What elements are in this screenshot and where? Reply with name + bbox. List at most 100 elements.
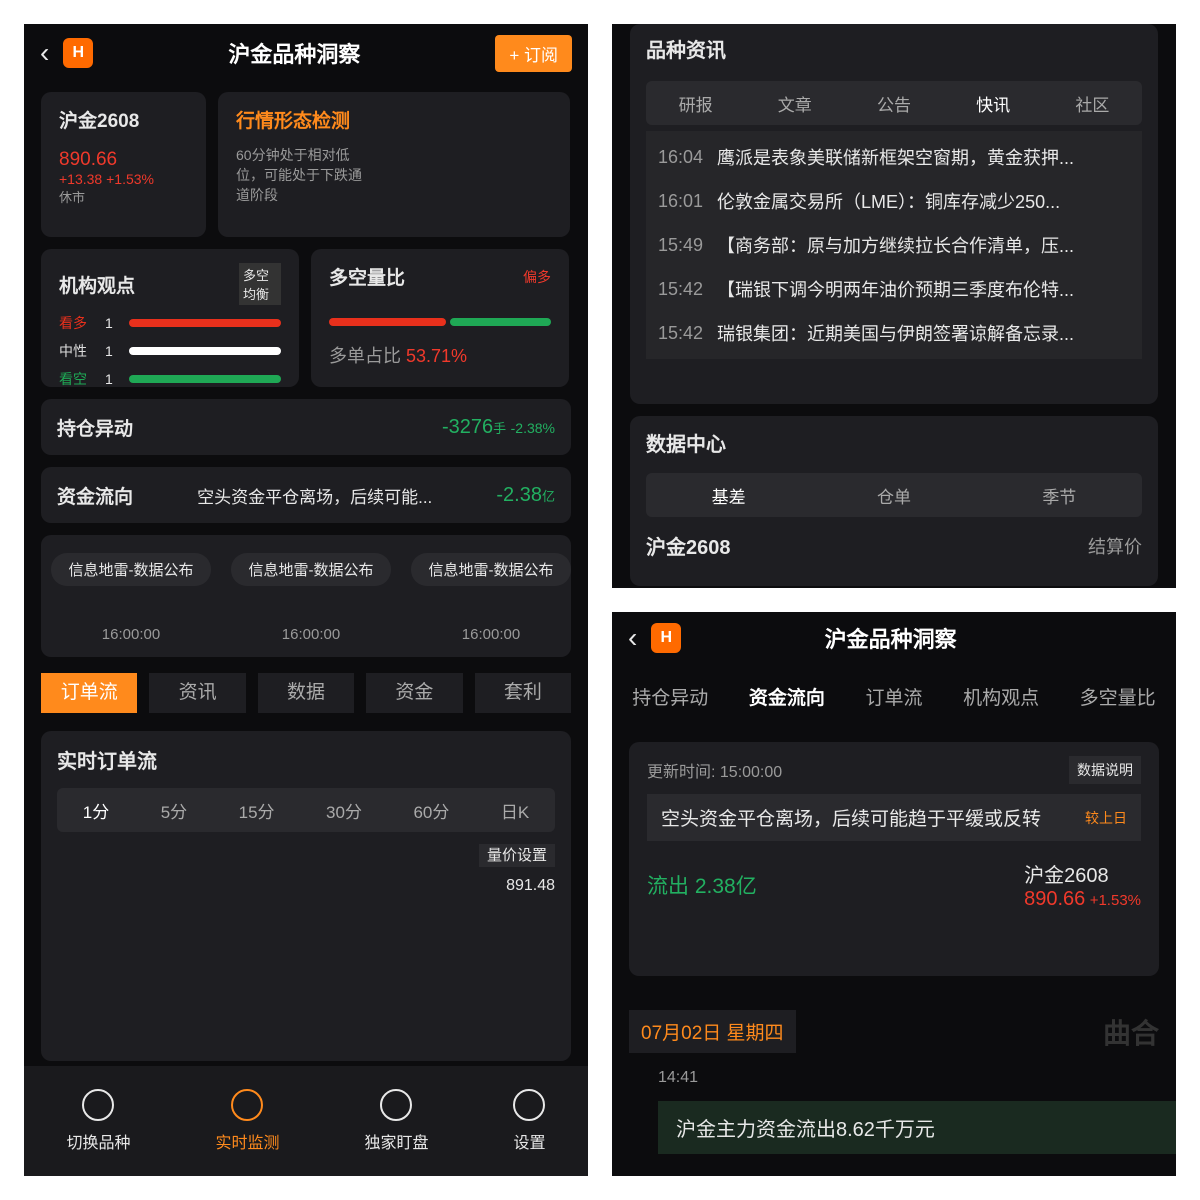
price-top: 891.48 xyxy=(506,877,555,894)
settings-icon xyxy=(513,1089,546,1121)
nav-item[interactable]: 设置 xyxy=(513,1089,546,1153)
logo-icon: H xyxy=(63,38,94,68)
news-text: 【商务部：原与加方继续拉长合作清单，压... xyxy=(717,236,1075,256)
view-bar xyxy=(129,347,281,355)
eye-icon xyxy=(380,1089,413,1121)
news-tab[interactable]: 快讯 xyxy=(976,91,1010,116)
period-tab[interactable]: 1分 xyxy=(83,798,109,823)
tab-0[interactable]: 持仓异动 xyxy=(632,683,708,710)
news-text: 瑞银集团：近期美国与伊朗签署谅解备忘录... xyxy=(717,324,1075,344)
change-pct: +1.53% xyxy=(106,171,154,187)
tab-1[interactable]: 资讯 xyxy=(149,673,246,713)
news-item[interactable]: 15:42 【瑞银下调今明两年油价预期三季度布伦特... xyxy=(658,267,1130,311)
flow-value: -2.38 xyxy=(496,483,542,506)
change: +13.38 xyxy=(59,171,103,187)
event-label: 信息地雷-数据公布 xyxy=(51,553,211,586)
dc-instrument: 沪金2608 xyxy=(646,537,731,559)
ratio-badge: 偏多 xyxy=(523,268,551,285)
view-bar xyxy=(129,375,281,383)
flow-detail-card: 更新时间: 15:00:00 数据说明 空头资金平仓离场，后续可能趋于平缓或反转 较… xyxy=(629,742,1159,976)
news-item[interactable]: 16:04 鹰派是表象美联储新框架空窗期，黄金获押... xyxy=(658,135,1130,179)
dc-tab[interactable]: 基差 xyxy=(712,483,746,508)
news-item[interactable]: 15:49 【商务部：原与加方继续拉长合作清单，压... xyxy=(658,223,1130,267)
nav-item[interactable]: 独家盯盘 xyxy=(364,1089,429,1153)
tab-0[interactable]: 订单流 xyxy=(41,673,138,713)
tab-1[interactable]: 资金流向 xyxy=(749,683,825,710)
short-bar xyxy=(450,318,551,326)
ratio-card[interactable]: 多空量比 偏多 多单占比 53.71% xyxy=(311,249,569,387)
news-tab[interactable]: 研报 xyxy=(679,91,713,116)
period-tab[interactable]: 5分 xyxy=(161,798,187,823)
watermark: 曲合 xyxy=(1102,1017,1159,1049)
news-time: 15:42 xyxy=(658,278,704,299)
outflow-label: 流出 xyxy=(647,875,689,898)
price-type-select[interactable]: 结算价 xyxy=(1088,533,1142,559)
instrument-name: 沪金2608 xyxy=(1024,865,1109,887)
back-icon[interactable]: ‹ xyxy=(628,622,637,654)
period-tab[interactable]: 60分 xyxy=(413,798,449,823)
period-tab[interactable]: 30分 xyxy=(326,798,362,823)
nav-item[interactable]: 切换品种 xyxy=(66,1089,131,1153)
price: 890.66 xyxy=(59,149,118,170)
volume-setting-button[interactable]: 量价设置 xyxy=(478,844,555,867)
view-title: 机构观点 xyxy=(59,275,136,297)
ratio-title: 多空量比 xyxy=(329,268,406,289)
tab-3[interactable]: 资金 xyxy=(366,673,463,713)
view-label: 中性 xyxy=(59,343,87,359)
news-time: 15:49 xyxy=(658,234,704,255)
instrument-card[interactable]: 沪金2608 890.66 +13.38 +1.53% 休市 xyxy=(41,92,206,237)
dc-tab[interactable]: 季节 xyxy=(1042,483,1076,508)
flow-row[interactable]: 资金流向 空头资金平仓离场，后续可能... -2.38亿 xyxy=(41,467,571,523)
back-icon[interactable]: ‹ xyxy=(40,37,49,69)
target-icon xyxy=(231,1089,264,1121)
subscribe-button[interactable]: + 订阅 xyxy=(495,34,572,72)
view-count: 1 xyxy=(105,315,113,331)
entry-time: 14:41 xyxy=(658,1069,699,1086)
period-tab[interactable]: 15分 xyxy=(239,798,275,823)
event-item[interactable]: 信息地雷-数据公布 16:00:00 xyxy=(51,553,211,643)
tab-4[interactable]: 套利 xyxy=(474,673,572,713)
view-label: 看多 xyxy=(59,315,87,331)
flow-summary: 空头资金平仓离场，后续可能趋于平缓或反转 xyxy=(661,809,1042,830)
date-label: 07月02日 星期四 xyxy=(629,1010,796,1053)
page-title: 沪金品种洞察 xyxy=(824,627,957,652)
tab-2[interactable]: 数据 xyxy=(257,673,355,713)
nav-label: 切换品种 xyxy=(66,1135,131,1152)
position-pct: -2.38% xyxy=(510,419,555,436)
period-tab[interactable]: 日K xyxy=(501,798,529,823)
price: 890.66 xyxy=(1024,888,1086,910)
tab-4[interactable]: 多空量比 xyxy=(1080,683,1156,710)
news-time: 15:42 xyxy=(658,322,704,343)
change-pct: +1.53% xyxy=(1089,892,1141,909)
event-item[interactable]: 信息地雷-数据公布 16:00:00 xyxy=(411,553,571,643)
data-help-button[interactable]: 数据说明 xyxy=(1069,756,1141,784)
news-tab[interactable]: 公告 xyxy=(877,91,911,116)
screen-1: ‹ H 沪金品种洞察 + 订阅 沪金2608 890.66 +13.38 +1.5… xyxy=(24,24,588,1176)
nav-label: 独家盯盘 xyxy=(364,1135,429,1152)
data-center-card: 数据中心 基差 仓单 季节 沪金2608 结算价 xyxy=(630,416,1158,586)
tab-3[interactable]: 机构观点 xyxy=(963,683,1039,710)
event-item[interactable]: 信息地雷-数据公布 16:00:00 xyxy=(231,553,391,643)
news-tab[interactable]: 社区 xyxy=(1075,91,1109,116)
view-bar xyxy=(129,319,281,327)
news-item[interactable]: 15:42 瑞银集团：近期美国与伊朗签署谅解备忘录... xyxy=(658,311,1130,355)
outflow-amount: 2.38亿 xyxy=(694,875,757,898)
news-time: 16:04 xyxy=(658,146,704,167)
view-row: 看多 1 xyxy=(59,313,281,333)
update-time: 更新时间: 15:00:00 xyxy=(647,764,783,781)
nav-item[interactable]: 实时监测 xyxy=(215,1089,280,1153)
ratio-value: 53.71% xyxy=(406,346,468,366)
event-label: 信息地雷-数据公布 xyxy=(231,553,391,586)
news-item[interactable]: 16:01 伦敦金属交易所（LME）：铜库存减少250... xyxy=(658,179,1130,223)
pattern-desc: 60分钟处于相对低位，可能处于下跌通道阶段 xyxy=(236,147,362,203)
screen-2: 品种资讯 研报 文章 公告 快讯 社区 16:04 鹰派是表象美联储新框架空窗期，黄金获押… xyxy=(612,24,1176,588)
dc-tab[interactable]: 仓单 xyxy=(877,483,911,508)
news-tab[interactable]: 文章 xyxy=(778,91,812,116)
view-card[interactable]: 机构观点 多空均衡 看多 1 中性 1 看空 1 xyxy=(41,249,299,387)
position-row[interactable]: 持仓异动 -3276手 -2.38% xyxy=(41,399,571,455)
pattern-card[interactable]: 行情形态检测 60分钟处于相对低位，可能处于下跌通道阶段 xyxy=(218,92,570,237)
nav-label: 实时监测 xyxy=(215,1135,280,1152)
tab-2[interactable]: 订单流 xyxy=(865,683,922,710)
event-time: 16:00:00 xyxy=(461,626,521,643)
news-card: 品种资讯 研报 文章 公告 快讯 社区 16:04 鹰派是表象美联储新框架空窗期，黄金获押… xyxy=(630,24,1158,404)
